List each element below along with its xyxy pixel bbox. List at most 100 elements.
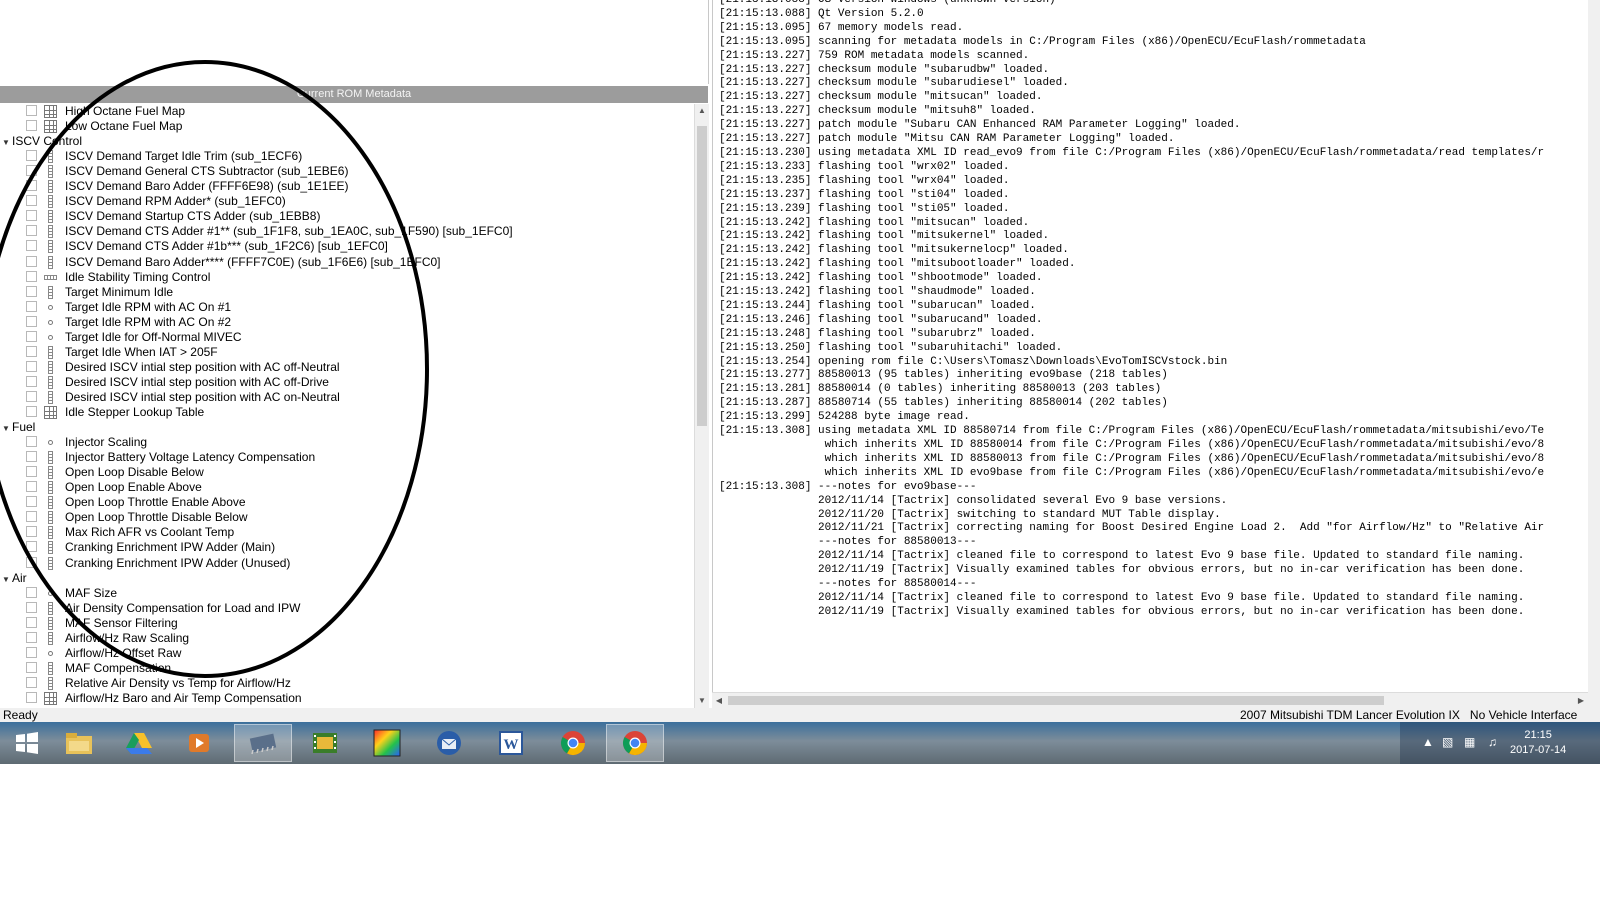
item-checkbox[interactable]: [26, 390, 37, 402]
tree-item-label: High Octane Fuel Map: [65, 104, 186, 118]
ecuflash-button[interactable]: [234, 724, 292, 762]
item-checkbox[interactable]: [26, 165, 37, 177]
item-checkbox[interactable]: [26, 406, 37, 417]
tree-vertical-scrollbar[interactable]: ▲ ▼: [694, 104, 709, 708]
tree-group-air[interactable]: ▼ Air: [0, 571, 27, 586]
google-drive-button[interactable]: [112, 724, 166, 762]
network-icon[interactable]: ▦: [1464, 735, 1475, 749]
item-checkbox[interactable]: [26, 375, 37, 387]
item-checkbox[interactable]: [26, 556, 37, 568]
item-checkbox[interactable]: [26, 436, 37, 448]
item-checkbox[interactable]: [26, 511, 37, 523]
item-checkbox[interactable]: [26, 541, 37, 553]
word-button[interactable]: W: [484, 724, 538, 762]
item-checkbox[interactable]: [26, 676, 37, 688]
column-icon: [48, 496, 53, 510]
column-icon: [48, 631, 53, 645]
status-text: Ready: [3, 708, 38, 722]
table-icon: [44, 120, 57, 134]
item-checkbox[interactable]: [26, 255, 37, 267]
tree-item-label: MAF Size: [65, 585, 118, 600]
scrollbar-thumb[interactable]: [697, 126, 707, 426]
table-icon: [44, 105, 57, 118]
item-checkbox[interactable]: [26, 616, 37, 628]
tree-item-label: ISCV Demand CTS Adder #1** (sub_1F1F8, s…: [65, 224, 513, 239]
log-panel[interactable]: [21:15:13.088] OS Version Windows (unkno…: [712, 0, 1589, 692]
tree-group-label: Fuel: [12, 420, 36, 435]
window-edge: [1588, 0, 1600, 720]
expand-arrow-icon[interactable]: ▼: [0, 135, 12, 150]
item-checkbox[interactable]: [26, 150, 37, 162]
tree-group-label: Air: [12, 570, 27, 585]
item-checkbox[interactable]: [26, 180, 37, 192]
vehicle-interface: No Vehicle Interface: [1469, 708, 1578, 722]
tree-item-label: Open Loop Throttle Disable Below: [65, 510, 248, 525]
item-checkbox[interactable]: [26, 586, 37, 598]
item-checkbox[interactable]: [26, 451, 37, 463]
item-checkbox[interactable]: [26, 496, 37, 508]
item-checkbox[interactable]: [26, 105, 37, 116]
item-checkbox[interactable]: [26, 120, 37, 132]
scroll-right-icon[interactable]: ▶: [1574, 693, 1588, 708]
column-icon: [48, 601, 53, 615]
item-checkbox[interactable]: [26, 631, 37, 643]
expand-arrow-icon[interactable]: ▼: [0, 421, 12, 436]
value-icon: [48, 304, 53, 310]
item-checkbox[interactable]: [26, 360, 37, 372]
tree-item-label: ISCV Demand General CTS Subtractor (sub_…: [65, 164, 349, 179]
item-checkbox[interactable]: [26, 195, 37, 207]
item-checkbox[interactable]: [26, 315, 37, 327]
thunderbird-icon: [437, 731, 461, 755]
scroll-up-icon[interactable]: ▲: [695, 104, 709, 118]
item-checkbox[interactable]: [26, 466, 37, 478]
file-explorer-button[interactable]: [52, 724, 106, 762]
volume-icon[interactable]: ♫: [1488, 735, 1497, 749]
tree-group-iscv-control[interactable]: ▼ ISCV Control: [0, 134, 82, 149]
item-checkbox[interactable]: [26, 240, 37, 252]
item-checkbox[interactable]: [26, 210, 37, 222]
tree-item-label: Idle Stability Timing Control: [65, 269, 211, 284]
tree-item-label: Idle Stepper Lookup Table: [65, 405, 205, 419]
log-text: [21:15:13.088] OS Version Windows (unkno…: [719, 0, 1545, 618]
chrome-button-2[interactable]: [606, 724, 664, 762]
clock[interactable]: 21:15 2017-07-14: [1510, 728, 1566, 758]
column-icon: [48, 225, 53, 239]
tree-item-label: Injector Battery Voltage Latency Compens…: [65, 450, 316, 465]
chrome-button[interactable]: [546, 724, 600, 762]
action-center-icon[interactable]: ▧: [1442, 735, 1453, 749]
column-icon: [48, 375, 53, 389]
item-checkbox[interactable]: [26, 225, 37, 237]
item-checkbox[interactable]: [26, 526, 37, 538]
show-hidden-icons-icon[interactable]: ▲: [1422, 735, 1434, 749]
item-checkbox[interactable]: [26, 661, 37, 673]
expand-arrow-icon[interactable]: ▼: [0, 572, 12, 587]
color-app-button[interactable]: [360, 724, 414, 762]
tree-item-label: Cranking Enrichment IPW Adder (Main): [65, 540, 276, 555]
media-player-button[interactable]: [172, 724, 226, 762]
word-icon: W: [499, 731, 523, 755]
item-checkbox[interactable]: [26, 691, 37, 703]
item-checkbox[interactable]: [26, 330, 37, 342]
thunderbird-button[interactable]: [422, 724, 476, 762]
scrollbar-thumb[interactable]: [728, 696, 1384, 705]
tree-group-fuel[interactable]: ▼ Fuel: [0, 420, 35, 435]
rom-metadata-tree[interactable]: High Octane Fuel Map Low Octane Fuel Map ▼…: [0, 104, 694, 708]
item-checkbox[interactable]: [26, 270, 37, 282]
item-checkbox[interactable]: [26, 285, 37, 297]
scroll-left-icon[interactable]: ◀: [712, 693, 726, 708]
photo-app-button[interactable]: [298, 724, 352, 762]
item-checkbox[interactable]: [26, 481, 37, 493]
folder-icon: [66, 733, 92, 754]
start-button[interactable]: [0, 724, 54, 762]
status-vehicle: 2007 Mitsubishi TDM Lancer Evolution IX …: [1240, 708, 1577, 722]
log-horizontal-scrollbar[interactable]: ◀ ▶: [712, 692, 1588, 708]
item-checkbox[interactable]: [26, 300, 37, 312]
item-checkbox[interactable]: [26, 345, 37, 357]
tree-item-label: Desired ISCV intial step position with A…: [65, 359, 340, 374]
tree-item-label: MAF Compensation: [65, 660, 172, 675]
item-checkbox[interactable]: [26, 601, 37, 613]
tree-item-label: Desired ISCV intial step position with A…: [65, 389, 340, 404]
tree-item-label: Target Idle RPM with AC On #2: [65, 314, 232, 329]
scroll-down-icon[interactable]: ▼: [695, 694, 709, 708]
item-checkbox[interactable]: [26, 646, 37, 658]
